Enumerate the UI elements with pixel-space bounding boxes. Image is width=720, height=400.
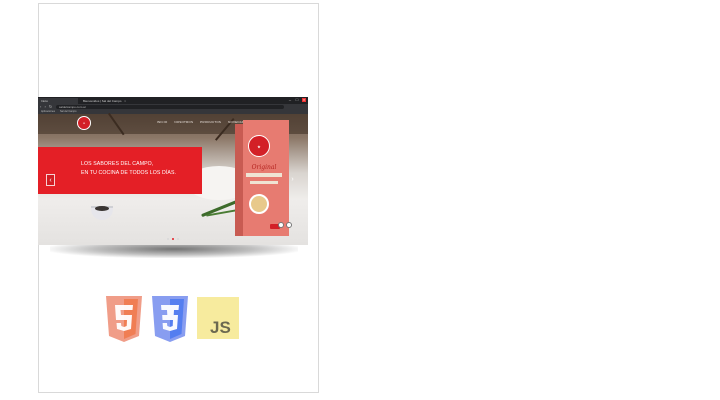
seal-icon bbox=[286, 222, 292, 228]
maximize-icon[interactable]: □ bbox=[295, 98, 299, 102]
carousel-prev-button[interactable]: ‹ bbox=[46, 174, 55, 186]
product-stripe bbox=[246, 173, 282, 177]
hero-banner: LOS SABORES DEL CAMPO, EN TU COCINA DE T… bbox=[38, 147, 202, 194]
site-logo[interactable]: ● bbox=[77, 116, 91, 130]
svg-text:JS: JS bbox=[210, 318, 231, 337]
menu-item-inicio[interactable]: INICIO bbox=[157, 120, 167, 124]
product-stripe bbox=[250, 181, 278, 184]
product-title: Original bbox=[251, 164, 277, 171]
carousel-dot[interactable] bbox=[177, 238, 179, 240]
menu-item-productos[interactable]: PRODUCTOS bbox=[200, 120, 221, 124]
url-input[interactable]: saldelcampo.com.ar bbox=[56, 105, 284, 109]
hero-line-2: EN TU COCINA DE TODOS LOS DÍAS. bbox=[81, 170, 177, 176]
hero-line-1: LOS SABORES DEL CAMPO, bbox=[81, 161, 154, 167]
website-page: ● INICIO NOSOTROS PRODUCTOS NOVEDADES LO… bbox=[38, 112, 308, 245]
css3-icon bbox=[152, 296, 188, 342]
window-controls: – □ × bbox=[288, 98, 306, 102]
html5-icon bbox=[106, 296, 142, 342]
certification-seals bbox=[278, 222, 292, 228]
carousel-dots bbox=[167, 238, 179, 240]
tab-label: Inicio bbox=[41, 99, 49, 103]
product-window bbox=[249, 194, 269, 214]
javascript-icon: JS bbox=[197, 297, 239, 339]
browser-screenshot[interactable]: Inicio Bienvenidos | Sal del Campo × – □ … bbox=[38, 97, 308, 245]
menu-item-nosotros[interactable]: NOSOTROS bbox=[174, 120, 193, 124]
product-box-side bbox=[235, 124, 243, 236]
tab-label: Bienvenidos | Sal del Campo bbox=[83, 99, 122, 103]
carousel-dot[interactable] bbox=[167, 238, 169, 240]
minimize-icon[interactable]: – bbox=[288, 98, 292, 102]
close-icon[interactable]: × bbox=[302, 98, 306, 102]
carousel-dot-active[interactable] bbox=[172, 238, 174, 240]
product-badge: ★ bbox=[248, 135, 270, 157]
peppercorns-image bbox=[95, 206, 109, 211]
browser-tabbar: Inicio Bienvenidos | Sal del Campo × – □ … bbox=[38, 97, 308, 104]
seal-icon bbox=[278, 222, 284, 228]
carousel-next-button[interactable]: › bbox=[288, 174, 297, 186]
